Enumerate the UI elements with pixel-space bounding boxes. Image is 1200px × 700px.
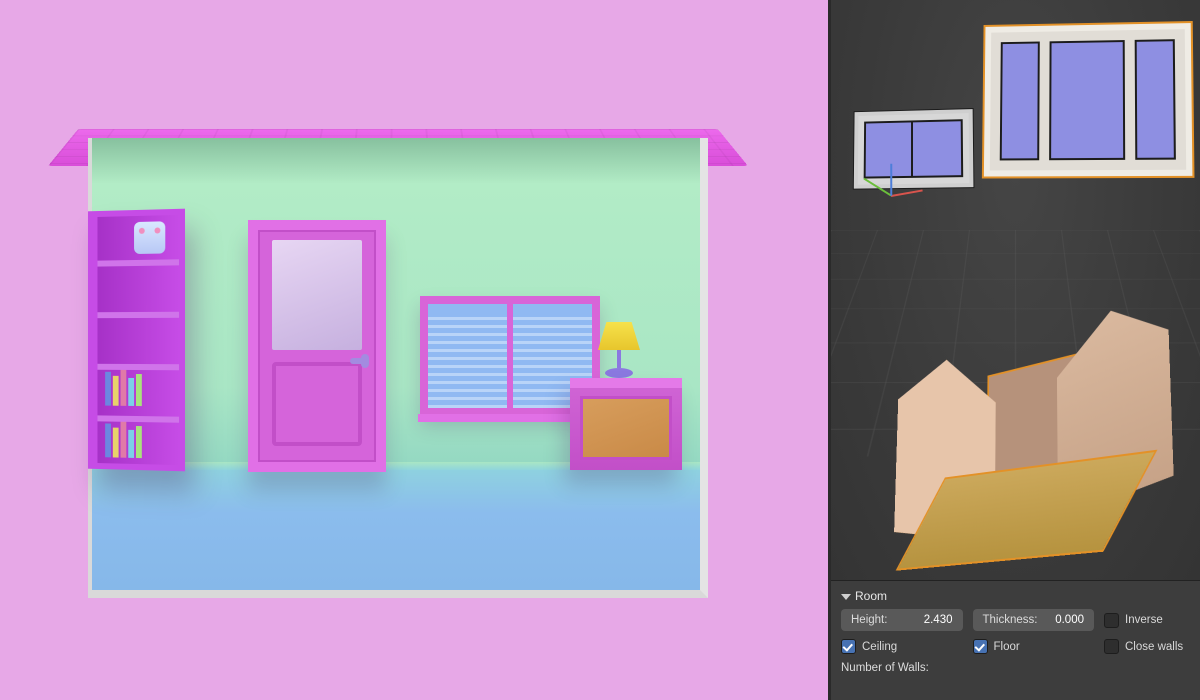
floor-label: Floor [994, 641, 1020, 653]
bookshelf [88, 209, 185, 472]
side-table [570, 378, 682, 470]
height-value: 2.430 [924, 614, 953, 626]
door-panel [272, 362, 362, 446]
panel-header-room[interactable]: Room [841, 587, 1190, 609]
checkbox-icon [1104, 639, 1119, 654]
door-glass [272, 240, 362, 350]
ceiling-checkbox[interactable]: Ceiling [841, 639, 963, 654]
door [248, 220, 386, 472]
properties-panel: Room Height: 2.430 Thickness: 0.000 Inve… [831, 580, 1200, 700]
height-label: Height: [851, 614, 887, 626]
checkbox-icon [841, 639, 856, 654]
thickness-value: 0.000 [1055, 614, 1084, 626]
num-walls-label: Number of Walls: [841, 662, 929, 674]
axis-gizmo [891, 195, 892, 196]
close-walls-label: Close walls [1125, 641, 1183, 653]
checkbox-icon [1104, 613, 1119, 628]
room-interior [88, 138, 708, 598]
bookshelf-books [105, 421, 171, 458]
inverse-checkbox[interactable]: Inverse [1104, 613, 1190, 628]
side-table-door [580, 396, 672, 460]
inverse-label: Inverse [1125, 614, 1163, 626]
checkbox-icon [973, 639, 988, 654]
bookshelf-books [105, 370, 171, 407]
toy-robot [134, 221, 165, 254]
room-model [88, 138, 708, 598]
table-lamp [598, 322, 640, 378]
close-walls-checkbox[interactable]: Close walls [1104, 639, 1190, 654]
panel-title: Room [855, 589, 887, 603]
editor-pane: Room Height: 2.430 Thickness: 0.000 Inve… [828, 0, 1200, 700]
door-handle [350, 358, 366, 364]
thickness-field[interactable]: Thickness: 0.000 [973, 609, 1095, 631]
object-window-large-selected[interactable] [984, 23, 1193, 176]
object-window-small[interactable] [854, 109, 974, 189]
viewport-3d[interactable] [831, 0, 1200, 580]
ceiling-label: Ceiling [862, 641, 897, 653]
floor-checkbox[interactable]: Floor [973, 639, 1095, 654]
height-field[interactable]: Height: 2.430 [841, 609, 963, 631]
floor [92, 462, 700, 590]
ceiling-shadow [92, 138, 700, 184]
disclosure-triangle-icon [841, 594, 851, 600]
thickness-label: Thickness: [983, 614, 1038, 626]
rendered-room-view [0, 0, 828, 700]
